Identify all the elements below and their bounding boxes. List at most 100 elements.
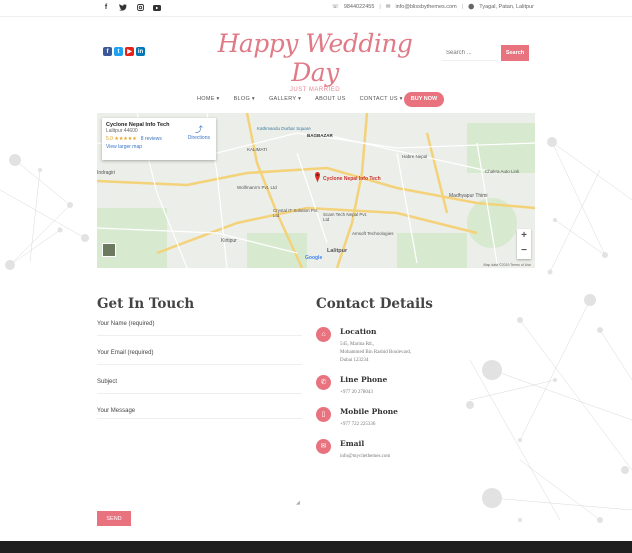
facebook-icon[interactable]: f <box>102 3 110 12</box>
address-line: Dubai 123234 <box>340 358 369 363</box>
textarea-resize-handle[interactable]: ◢ <box>296 500 300 506</box>
line-phone-value[interactable]: +977 20 278043 <box>340 389 373 397</box>
map-label: Crystal IT Solution Pvt. Ltd <box>273 208 319 218</box>
zoom-control: + − <box>517 229 531 259</box>
google-map[interactable]: Cyclone Nepal Info Tech BAGBAZAR Kathman… <box>97 113 535 268</box>
facebook-icon[interactable]: f <box>103 47 112 56</box>
view-larger-map-link[interactable]: View larger map <box>106 144 212 150</box>
map-label: Indragiri <box>97 170 116 176</box>
map-label: Scam Tech Nepal Pvt. Ltd <box>323 212 368 222</box>
top-contact-info: ☏ 9844022455 | ✉ info@blissbythemes.com … <box>332 4 534 10</box>
map-label: Chakra Auto Link <box>485 169 520 174</box>
nav-label: HOME <box>197 96 215 102</box>
site-header: f t ▶ in Happy Wedding Day JUST MARRIED … <box>0 17 632 93</box>
location-title: Location <box>340 327 377 336</box>
nav-item-home[interactable]: HOME ▾ <box>197 96 220 102</box>
nav-label: ABOUT US <box>315 96 346 102</box>
map-footer: Map data ©2019 Terms of Use <box>483 263 531 267</box>
phone-icon: ☏ <box>331 4 339 10</box>
map-label: Kathmandu Durbar Square <box>257 126 311 131</box>
mail-icon: ✉ <box>385 4 391 10</box>
mobile-phone-value[interactable]: +977 722 225336 <box>340 421 375 429</box>
nav-label: GALLERY <box>268 96 297 102</box>
site-footer <box>0 541 632 553</box>
phone-icon: ✆ <box>316 375 331 390</box>
address-line: 545, Marina Rd., <box>340 342 375 347</box>
nav-items: HOME ▾ BLOG ▾ GALLERY ▾ ABOUT US CONTACT… <box>197 96 403 102</box>
satellite-toggle[interactable] <box>102 243 116 257</box>
address-line: Mohammed Bin Rashid Boulevard, <box>340 350 412 355</box>
top-social-links: f <box>102 3 161 12</box>
buy-now-button[interactable]: BUY NOW <box>404 92 444 107</box>
contact-details-title: Contact Details <box>316 296 433 312</box>
instagram-icon[interactable] <box>136 3 144 12</box>
chevron-down-icon: ▾ <box>251 96 255 102</box>
directions-label: Directions <box>187 135 210 141</box>
top-email[interactable]: info@blissbythemes.com <box>395 4 456 10</box>
rating-value: 5.0 <box>106 136 113 142</box>
youtube-icon[interactable] <box>153 3 161 12</box>
map-label: KALIMATI <box>247 147 268 152</box>
map-label: Habre Nepal <box>402 154 428 159</box>
email-title: Email <box>340 439 365 448</box>
zoom-in-button[interactable]: + <box>517 229 531 244</box>
map-label: Amsoft Technologies <box>352 231 394 236</box>
subject-field[interactable] <box>97 393 302 394</box>
email-value[interactable]: info@mycitethemes.com <box>340 453 390 461</box>
top-phone[interactable]: 9844022455 <box>344 4 375 10</box>
email-field-label: Your Email (required) <box>97 350 154 356</box>
search-input[interactable] <box>442 45 498 61</box>
chevron-down-icon: ▾ <box>216 96 220 102</box>
twitter-icon[interactable]: t <box>114 47 123 56</box>
nav-item-contact[interactable]: CONTACT US ▾ <box>360 96 403 102</box>
chevron-down-icon: ▾ <box>399 96 403 102</box>
contact-form-section: Get In Touch <box>97 296 302 312</box>
nav-item-about[interactable]: ABOUT US <box>315 96 345 102</box>
top-bar: f ☏ 9844022455 | ✉ info@blissbythemes.co… <box>0 0 632 17</box>
logo-title: Happy Wedding Day <box>217 29 413 87</box>
message-field[interactable] <box>97 418 302 419</box>
contact-details-section: Contact Details <box>316 296 433 312</box>
form-title: Get In Touch <box>97 296 195 312</box>
nav-label: CONTACT US <box>359 96 398 102</box>
nav-item-blog[interactable]: BLOG ▾ <box>234 96 255 102</box>
map-label: Kirtipur <box>221 238 237 244</box>
map-pin-label[interactable]: Cyclone Nepal Info Tech <box>323 176 381 182</box>
google-logo: Google <box>305 255 323 261</box>
location-pin-icon: ⬤ <box>468 4 475 10</box>
name-field-label: Your Name (required) <box>97 321 155 327</box>
map-label: Lalitpur <box>327 248 348 254</box>
subject-field-label: Subject <box>97 379 118 385</box>
youtube-icon[interactable]: ▶ <box>125 47 134 56</box>
line-phone-title: Line Phone <box>340 375 388 384</box>
map-label: Wolfmann's Pvt. Ltd <box>237 185 277 190</box>
header-social-links: f t ▶ in <box>103 47 145 56</box>
map-label: Madhyapur Thimi <box>449 193 488 199</box>
main-nav: HOME ▾ BLOG ▾ GALLERY ▾ ABOUT US CONTACT… <box>0 88 632 112</box>
mobile-phone-title: Mobile Phone <box>340 407 398 416</box>
mobile-icon: ▯ <box>316 407 331 422</box>
directions-button[interactable]: ⤴ Directions <box>188 124 210 141</box>
nav-item-gallery[interactable]: GALLERY ▾ <box>269 96 301 102</box>
email-field[interactable] <box>97 364 302 365</box>
reviews-link[interactable]: 8 reviews <box>141 136 162 142</box>
map-place-card: Cyclone Nepal Info Tech Lalitpur 44600 5… <box>102 118 216 160</box>
search-button[interactable]: Search <box>501 45 529 61</box>
envelope-icon: ✉ <box>316 439 331 454</box>
map-label: BAGBAZAR <box>307 133 333 138</box>
divider: | <box>461 4 464 10</box>
top-address: Tyagal, Patan, Lalitpur <box>479 4 534 10</box>
zoom-out-button[interactable]: − <box>517 244 531 259</box>
twitter-icon[interactable] <box>119 3 127 12</box>
linkedin-icon[interactable]: in <box>136 47 145 56</box>
location-value: 545, Marina Rd., Mohammed Bin Rashid Bou… <box>340 341 411 365</box>
nav-label: BLOG <box>233 96 251 102</box>
name-field[interactable] <box>97 335 302 336</box>
directions-icon: ⤴ <box>194 125 203 134</box>
send-button[interactable]: SEND <box>97 511 131 526</box>
chevron-down-icon: ▾ <box>298 96 302 102</box>
site-logo[interactable]: Happy Wedding Day JUST MARRIED <box>205 29 425 93</box>
divider: | <box>379 4 381 10</box>
star-rating: ★★★★★ <box>114 136 137 142</box>
home-icon: ⌂ <box>316 327 331 342</box>
